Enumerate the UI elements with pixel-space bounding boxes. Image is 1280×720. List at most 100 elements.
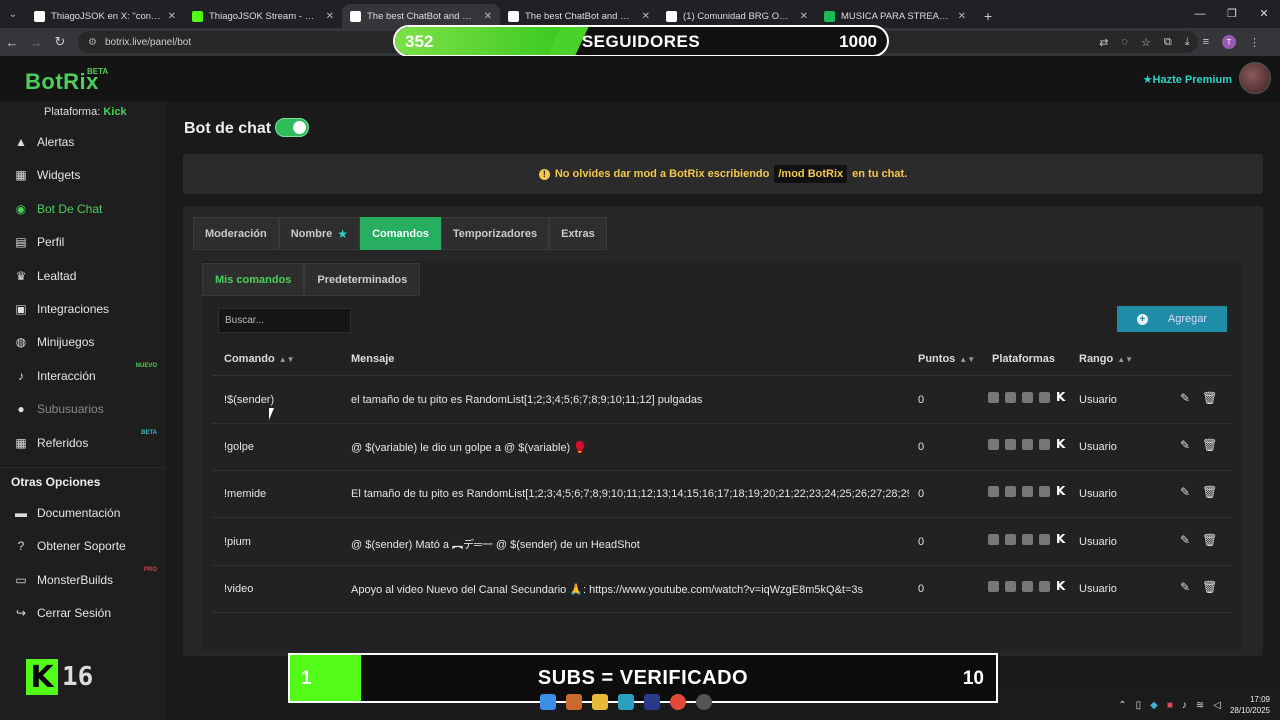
info-icon: ! [538,168,550,180]
tab-search-chevron-icon[interactable]: ⌄ [0,0,26,28]
table-header: Comando ▲▼ Mensaje Puntos ▲▼ Plataformas R… [212,343,1232,376]
app-icon[interactable] [618,694,634,710]
trash-icon[interactable]: 🗑 [1202,438,1217,452]
reload-icon[interactable]: ↻ [48,34,72,50]
clock-date: 28/10/2025 [1229,706,1270,715]
app-icon[interactable] [566,694,582,710]
back-icon[interactable]: ← [0,35,24,50]
rank-cell: Usuario [1079,488,1117,501]
edit-icon[interactable]: ✎ [1180,580,1190,594]
column-label: Comando [224,353,275,365]
users-icon: ● [17,402,25,417]
tab-temporizadores[interactable]: Temporizadores [440,217,550,250]
mic-icon[interactable]: ♪ [1182,700,1187,711]
app-tray-icon[interactable]: ■ [1167,700,1173,711]
row-actions: ✎ 🗑 [1180,580,1217,594]
chevron-up-icon[interactable]: ⌃ [1118,700,1126,711]
edit-icon[interactable]: ✎ [1180,485,1190,499]
profile-avatar[interactable]: T [1222,35,1236,49]
sidebar-item-label: Obtener Soporte [37,539,126,554]
sidebar-item-perfil[interactable]: ▤ Perfil [0,227,166,257]
clock[interactable]: 17:09 28/10/2025 [1230,694,1270,716]
new-tab-button[interactable]: + [974,4,1002,28]
window-controls: — ❐ ✕ [1184,0,1280,28]
sidebar-item-bot-de-chat[interactable]: ◉ Bot De Chat [0,194,166,224]
usb-icon[interactable]: ▯ [1136,700,1142,711]
trovo-icon [1039,439,1050,451]
shield-icon[interactable]: ◆ [1150,700,1158,711]
user-avatar[interactable] [1239,62,1271,94]
chrome-icon[interactable] [670,694,686,710]
search-input[interactable] [218,308,351,333]
trash-icon[interactable]: 🗑 [1202,533,1217,547]
edit-icon[interactable]: ✎ [1180,533,1190,547]
edit-icon[interactable]: ✎ [1180,438,1190,452]
sidebar-item-minijuegos[interactable]: ◍ Minijuegos [0,327,166,357]
column-comando[interactable]: Comando ▲▼ [224,353,295,365]
edit-icon[interactable]: ✎ [1180,391,1190,405]
photoshop-icon[interactable] [644,694,660,710]
sidebar-item-subusuarios[interactable]: ● Subusuarios [0,394,166,424]
download-icon[interactable]: ⤓ [1185,36,1190,49]
close-window-icon[interactable]: ✕ [1248,0,1280,28]
sidebar-item-label: Bot De Chat [37,201,103,216]
sidebar-item-referidos[interactable]: ▦ Referidos BETA [0,428,166,458]
sidebar-item-monsterbuilds[interactable]: ▭ MonsterBuilds PRO [0,565,166,595]
premium-link[interactable]: ★Hazte Premium [1143,73,1232,86]
bookmark-star-icon[interactable]: ☆ [1141,36,1151,49]
points-cell: 0 [918,394,925,406]
tab-extras[interactable]: Extras [549,217,607,250]
sidebar-item-integraciones[interactable]: ▣ Integraciones [0,294,166,324]
close-tab-icon[interactable]: ✕ [800,11,808,22]
sidebar-item-lealtad[interactable]: ♛ Lealtad [0,261,166,291]
bot-enabled-toggle[interactable] [275,118,309,137]
browser-tab[interactable]: ThiagoJSOK Stream - Kick Dash ✕ [184,4,342,28]
subtab-mis-comandos[interactable]: Mis comandos [202,263,305,296]
tab-moderacion[interactable]: Moderación [193,217,279,250]
rank-cell: Usuario [1079,582,1117,595]
tab-title: ThiagoJSOK Stream - Kick Dash [209,10,320,22]
column-mensaje: Mensaje [351,353,394,365]
close-tab-icon[interactable]: ✕ [484,11,492,22]
close-tab-icon[interactable]: ✕ [326,11,334,22]
trash-icon[interactable]: 🗑 [1202,391,1217,405]
media-icon[interactable]: ≡ [1203,36,1209,48]
message-cell: @ $(sender) Mató a ︻デ═一 @ $(sender) de u… [351,538,640,551]
subtab-predeterminados[interactable]: Predeterminados [304,263,421,296]
youtube-icon [1022,486,1033,498]
close-tab-icon[interactable]: ✕ [958,11,966,22]
app-icon[interactable] [696,694,712,710]
sidebar-item-documentaci-n[interactable]: ▬ Documentación [0,498,166,528]
clock-time: 17:09 [1249,695,1270,704]
tab-comandos[interactable]: Comandos [360,217,441,250]
forward-icon[interactable]: → [24,35,48,50]
sidebar-item-cerrar-sesi-n[interactable]: ↪ Cerrar Sesión [0,598,166,628]
windows-start-icon[interactable] [540,694,556,710]
add-command-button[interactable]: + Agregar [1117,306,1227,332]
trash-icon[interactable]: 🗑 [1202,580,1217,594]
sidebar-item-widgets[interactable]: ▦ Widgets [0,160,166,190]
restore-icon[interactable]: ❐ [1216,0,1248,28]
volume-icon[interactable]: ◁ [1213,700,1221,711]
close-tab-icon[interactable]: ✕ [642,11,650,22]
minimize-icon[interactable]: — [1184,0,1216,28]
site-info-icon[interactable]: ⚙ [88,37,97,48]
sidebar-item-obtener-soporte[interactable]: ? Obtener Soporte [0,531,166,561]
folder-icon[interactable] [592,694,608,710]
wifi-icon[interactable]: ≋ [1196,700,1204,711]
translate-icon[interactable]: ⇄ [1099,36,1108,49]
sidebar-item-interacci-n[interactable]: ♪ Interacción NUEVO [0,361,166,391]
sidebar-item-alertas[interactable]: ▲ Alertas [0,127,166,157]
follower-goal-target: 1000 [839,32,877,51]
platform-icons: K [988,391,1067,403]
close-tab-icon[interactable]: ✕ [168,11,176,22]
column-rango[interactable]: Rango ▲▼ [1079,353,1133,365]
menu-icon[interactable]: ⋮ [1249,36,1260,49]
extensions-icon[interactable]: ⧉ [1164,36,1172,49]
trash-icon[interactable]: 🗑 [1202,485,1217,499]
command-cell: !$(sender) [224,394,275,406]
eye-off-icon[interactable]: ◌ [1121,36,1128,48]
column-puntos[interactable]: Puntos ▲▼ [918,353,975,365]
browser-tab[interactable]: ThiagoJSOK en X: "configure to ✕ [26,4,184,28]
tab-nombre[interactable]: Nombre ★ [278,217,361,250]
